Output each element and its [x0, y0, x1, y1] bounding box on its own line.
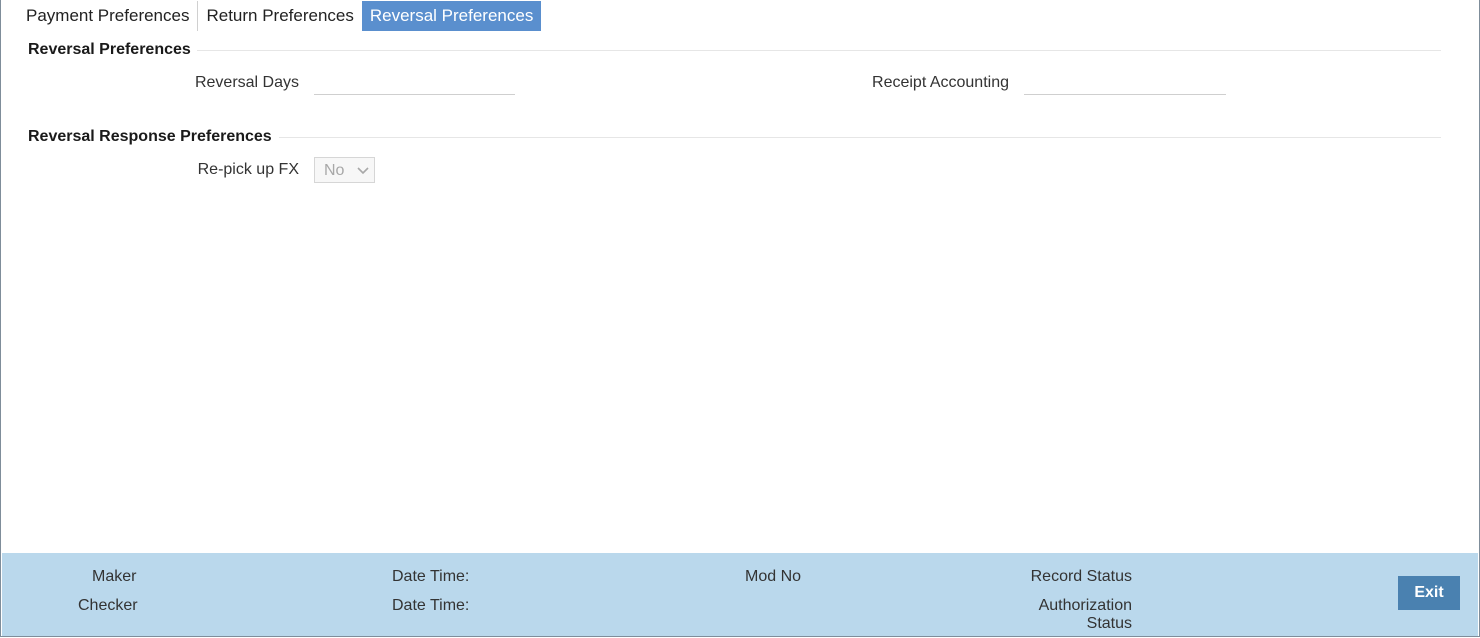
authorization-status-line2: Status	[1086, 615, 1132, 632]
receipt-accounting-input[interactable]	[1024, 72, 1226, 95]
tab-bar: Payment Preferences Return Preferences R…	[18, 1, 542, 31]
mod-no-label: Mod No	[745, 568, 802, 585]
reversal-days-label: Reversal Days	[194, 74, 299, 91]
preferences-window: Payment Preferences Return Preferences R…	[0, 0, 1480, 637]
checker-date-time-label: Date Time:	[392, 597, 470, 614]
maker-label: Maker	[92, 568, 137, 585]
tab-return-preferences[interactable]: Return Preferences	[198, 1, 361, 31]
maker-date-time-label: Date Time:	[392, 568, 470, 585]
section-divider	[279, 137, 1441, 138]
repick-fx-selected-value: No	[324, 162, 345, 179]
tab-reversal-preferences[interactable]: Reversal Preferences	[361, 1, 542, 31]
audit-footer: Maker Checker Date Time: Date Time: Mod …	[2, 553, 1478, 636]
section-title-reversal-response-preferences: Reversal Response Preferences	[28, 128, 272, 145]
exit-button[interactable]: Exit	[1398, 576, 1460, 610]
repick-fx-select[interactable]: No	[314, 157, 375, 183]
chevron-down-icon	[357, 167, 369, 175]
repick-fx-label: Re-pick up FX	[197, 161, 299, 178]
section-divider	[197, 50, 1441, 51]
section-title-reversal-preferences: Reversal Preferences	[28, 41, 191, 58]
reversal-days-input[interactable]	[314, 72, 515, 95]
authorization-status-label: Authorization Status	[1002, 597, 1132, 633]
tab-payment-preferences[interactable]: Payment Preferences	[18, 1, 199, 31]
receipt-accounting-label: Receipt Accounting	[872, 74, 1009, 91]
checker-label: Checker	[78, 597, 138, 614]
record-status-label: Record Status	[1030, 568, 1132, 585]
authorization-status-line1: Authorization	[1038, 597, 1132, 614]
